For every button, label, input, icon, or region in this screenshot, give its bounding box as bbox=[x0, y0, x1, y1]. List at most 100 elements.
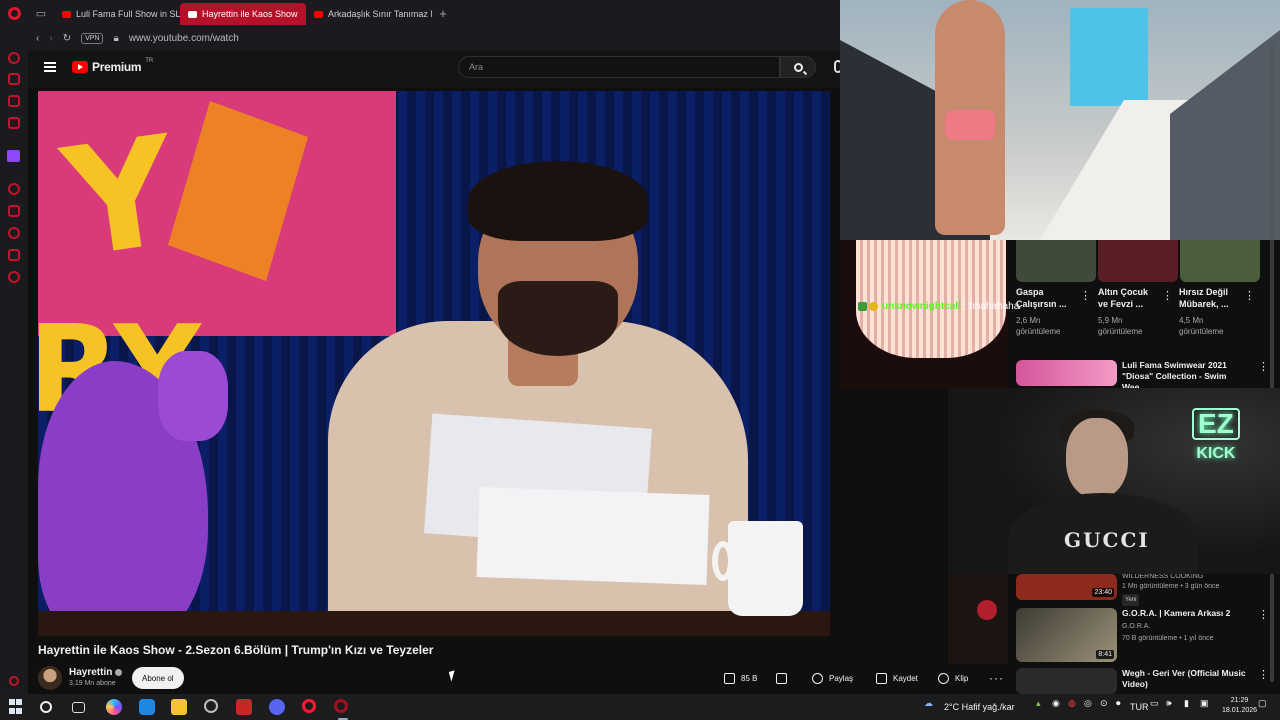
rec-more-icon[interactable]: ⋮ bbox=[1244, 289, 1255, 302]
tab-islands-icon[interactable]: ▭ bbox=[28, 0, 54, 26]
clip-button[interactable]: Klip bbox=[938, 667, 968, 689]
search-input[interactable]: Ara bbox=[458, 56, 780, 78]
duration-badge: 23:40 bbox=[1092, 588, 1114, 597]
tab-label: Arkadaşlık Sınır Tanımaz M bbox=[328, 9, 432, 19]
rec-thumb[interactable] bbox=[1016, 240, 1096, 282]
tray-discord-icon[interactable]: ◉ bbox=[1052, 698, 1060, 709]
music-icon[interactable] bbox=[8, 117, 20, 129]
tab-label: Hayrettin ile Kaos Show bbox=[202, 9, 298, 19]
opera-gx-icon[interactable] bbox=[334, 699, 348, 713]
channel-name[interactable]: Hayrettin bbox=[69, 667, 123, 678]
reload-icon[interactable]: ↻ bbox=[63, 33, 71, 44]
youtube-logo-icon bbox=[72, 61, 88, 73]
rec-more-icon[interactable]: ⋮ bbox=[1080, 289, 1091, 302]
search-icon[interactable] bbox=[40, 701, 52, 713]
rec-item-meta: 70 B görüntüleme • 1 yıl önce bbox=[1122, 635, 1214, 642]
tray-app-icon[interactable]: ◍ bbox=[1068, 698, 1076, 709]
discord-icon[interactable] bbox=[269, 699, 285, 715]
channel-avatar[interactable] bbox=[38, 666, 62, 690]
more-actions-button[interactable]: ··· bbox=[989, 667, 1004, 689]
video-player[interactable]: Y RY bbox=[38, 91, 830, 636]
extensions-icon[interactable] bbox=[8, 249, 20, 261]
list-item[interactable]: 8:41 G.O.R.A. | Kamera Arkası 2 G.O.R.A.… bbox=[1016, 608, 1269, 662]
rec-thumb[interactable] bbox=[1098, 240, 1178, 282]
battery-icon[interactable]: ▮ bbox=[1184, 698, 1189, 709]
chat-message: unknownightcall : hhahahaha bbox=[858, 301, 1019, 312]
subscribe-button[interactable]: Abone ol bbox=[132, 667, 184, 689]
forward-icon[interactable]: › bbox=[49, 33, 52, 44]
poster-letters: Y bbox=[54, 104, 187, 292]
tab-kaos-show[interactable]: Hayrettin ile Kaos Show bbox=[180, 3, 306, 25]
like-button[interactable]: 85 B bbox=[724, 667, 757, 689]
copilot-icon[interactable] bbox=[106, 699, 122, 715]
rec-thumb[interactable] bbox=[1180, 240, 1260, 282]
search-icon bbox=[793, 62, 803, 72]
new-badge: Yeni bbox=[1122, 594, 1140, 606]
shirt-text: GUCCI bbox=[1064, 528, 1150, 552]
taskbar: ☁ 2°C Hafif yağ./kar ▴ ◉ ◍ ◎ ⊙ ⏺ TUR ▭ 🕪… bbox=[0, 694, 1280, 720]
stream-video-runway bbox=[840, 0, 1280, 240]
start-icon[interactable] bbox=[9, 699, 25, 715]
display-icon[interactable]: ▣ bbox=[1200, 698, 1209, 709]
language-indicator[interactable]: TUR bbox=[1130, 702, 1149, 712]
settings-icon[interactable] bbox=[8, 271, 20, 283]
notification-icon[interactable]: ▢ bbox=[1258, 698, 1267, 709]
rec-more-icon[interactable]: ⋮ bbox=[1258, 360, 1269, 373]
tray-app-icon[interactable]: ◎ bbox=[1084, 698, 1092, 709]
clock-date: 18.01.2026 bbox=[1222, 707, 1258, 714]
aria-icon[interactable] bbox=[8, 52, 20, 64]
weather-text[interactable]: 2°C Hafif yağ./kar bbox=[944, 702, 1015, 712]
weather-icon[interactable]: ☁ bbox=[924, 698, 933, 709]
rec-item-title: Wegh - Geri Ver (Official Music Video) bbox=[1122, 668, 1246, 689]
neon-sign: EZ KICK bbox=[1192, 408, 1240, 462]
clock[interactable]: 21:29 18.01.2026 bbox=[1222, 696, 1257, 716]
messenger-icon[interactable] bbox=[8, 95, 20, 107]
speaker-icon bbox=[188, 10, 197, 18]
opera-icon[interactable] bbox=[302, 699, 316, 713]
tray-chevron-icon[interactable]: ▴ bbox=[1036, 698, 1041, 709]
file-explorer-icon[interactable] bbox=[171, 699, 187, 715]
more-icon[interactable] bbox=[9, 676, 19, 686]
save-label: Kaydet bbox=[893, 673, 918, 683]
save-button[interactable]: Kaydet bbox=[876, 667, 918, 689]
share-button[interactable]: Paylaş bbox=[812, 667, 853, 689]
steam-icon[interactable] bbox=[204, 699, 218, 713]
list-item[interactable]: Wegh - Geri Ver (Official Music Video) ⋮ bbox=[1016, 668, 1269, 694]
player-icon[interactable] bbox=[8, 183, 20, 195]
vpn-badge[interactable]: VPN bbox=[81, 32, 104, 44]
network-icon[interactable]: ▭ bbox=[1150, 698, 1159, 709]
task-view-icon[interactable] bbox=[72, 702, 85, 713]
video-editor-icon[interactable] bbox=[236, 699, 252, 715]
scissors-icon bbox=[938, 672, 949, 684]
menu-icon[interactable] bbox=[44, 62, 56, 72]
youtube-premium-logo[interactable]: Premium TR bbox=[72, 58, 153, 74]
mic-tray-icon[interactable]: ⏺ bbox=[1116, 698, 1121, 709]
thumbs-up-icon bbox=[724, 672, 735, 684]
history-icon[interactable] bbox=[8, 227, 20, 239]
new-tab-button[interactable]: + bbox=[432, 6, 454, 21]
rec-more-icon[interactable]: ⋮ bbox=[1162, 289, 1173, 302]
share-icon bbox=[812, 672, 823, 684]
recommendations-scrollbar[interactable] bbox=[1270, 42, 1274, 682]
video-thumbnail bbox=[1016, 668, 1117, 694]
rec-more-icon[interactable]: ⋮ bbox=[1258, 668, 1269, 681]
youtube-favicon-icon bbox=[314, 10, 323, 18]
duration-badge: 8:41 bbox=[1096, 650, 1114, 659]
rec-item-meta: 1 Mn görüntüleme • 3 gün önce bbox=[1122, 583, 1220, 590]
url-field[interactable]: www.youtube.com/watch bbox=[129, 33, 239, 44]
twitch-icon[interactable] bbox=[7, 150, 20, 162]
search-button[interactable] bbox=[780, 56, 816, 78]
volume-icon[interactable]: 🕪︎ bbox=[1166, 698, 1172, 709]
chat-emote-icon bbox=[869, 301, 878, 311]
opera-logo-icon[interactable] bbox=[0, 0, 28, 26]
outlook-icon[interactable] bbox=[139, 699, 155, 715]
back-icon[interactable]: ‹ bbox=[36, 33, 39, 44]
rec-more-icon[interactable]: ⋮ bbox=[1258, 608, 1269, 621]
tab-arkadaslik[interactable]: Arkadaşlık Sınır Tanımaz M bbox=[306, 3, 432, 25]
bookmark-icon[interactable] bbox=[8, 205, 20, 217]
dislike-button[interactable] bbox=[776, 667, 787, 689]
rec-item-title: G.O.R.A. | Kamera Arkası 2 bbox=[1122, 608, 1231, 618]
workspace-icon[interactable] bbox=[8, 73, 20, 85]
tray-app-icon[interactable]: ⊙ bbox=[1100, 698, 1108, 709]
tab-luli-fama[interactable]: Luli Fama Full Show in SLO bbox=[54, 3, 180, 25]
